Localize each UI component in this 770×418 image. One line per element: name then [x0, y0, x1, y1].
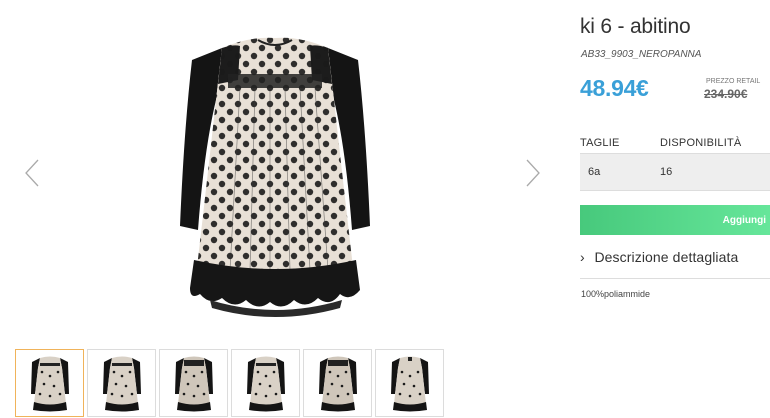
sizes-table: TAGLIE DISPONIBILITÀ 6a 16 — [580, 133, 770, 191]
size-cell: 6a — [580, 152, 660, 191]
thumbnail-strip — [15, 349, 444, 417]
dress-thumbnail-image — [30, 356, 69, 412]
thumbnail-6[interactable] — [375, 349, 444, 417]
retail-price-label: PREZZO RETAIL — [706, 78, 761, 85]
gallery-prev-button[interactable] — [22, 158, 44, 188]
thumbnail-4[interactable] — [231, 349, 300, 417]
description-text: 100%poliammide — [581, 289, 651, 299]
chevron-right-icon: › — [580, 249, 585, 265]
product-info-panel: ki 6 - abitino AB33_9903_NEROPANNA 48.94… — [580, 0, 770, 418]
product-gallery — [0, 0, 560, 418]
gallery-next-button[interactable] — [521, 158, 543, 188]
sizes-header-size: TAGLIE — [580, 136, 620, 149]
dress-thumbnail-image — [318, 356, 357, 412]
description-toggle[interactable]: › Descrizione dettagliata — [580, 249, 770, 279]
chevron-left-icon — [25, 159, 39, 187]
dress-thumbnail-image — [102, 356, 141, 412]
product-main-image — [170, 20, 380, 328]
retail-price: 234.90€ — [704, 87, 748, 101]
product-sku: AB33_9903_NEROPANNA — [581, 49, 702, 60]
dress-thumbnail-image — [174, 356, 213, 412]
product-price: 48.94€ — [580, 75, 649, 101]
dress-thumbnail-image — [246, 356, 285, 412]
chevron-right-icon — [526, 159, 540, 187]
availability-cell: 16 — [660, 152, 770, 191]
table-row[interactable]: 6a 16 — [580, 152, 770, 191]
add-to-cart-button[interactable]: Aggiungi — [580, 205, 770, 235]
thumbnail-3[interactable] — [159, 349, 228, 417]
thumbnail-1[interactable] — [15, 349, 84, 417]
thumbnail-2[interactable] — [87, 349, 156, 417]
description-toggle-label: Descrizione dettagliata — [594, 249, 739, 265]
product-title: ki 6 - abitino — [580, 15, 691, 38]
sizes-header-availability: DISPONIBILITÀ — [660, 136, 742, 149]
thumbnail-5[interactable] — [303, 349, 372, 417]
dress-thumbnail-image — [390, 356, 429, 412]
